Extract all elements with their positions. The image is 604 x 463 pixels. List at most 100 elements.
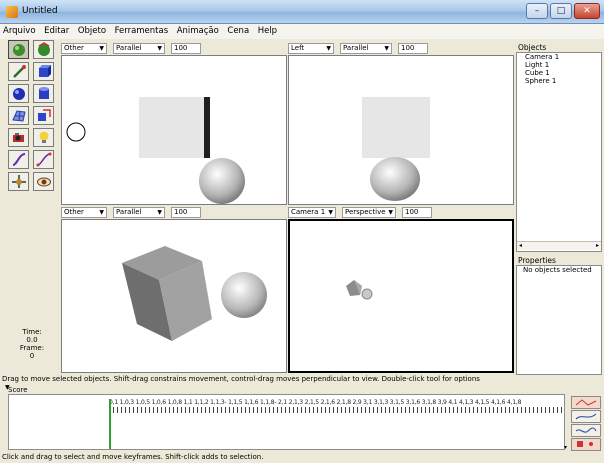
- objects-horizontal-scrollbar[interactable]: ◂ ▸: [517, 241, 601, 250]
- viewport-top-left[interactable]: [61, 55, 287, 205]
- time-cursor[interactable]: [109, 399, 111, 449]
- menu-help[interactable]: Help: [255, 24, 280, 36]
- objects-list[interactable]: Camera 1 Light 1 Cube 1 Sphere 1 ◂ ▸: [516, 52, 602, 252]
- menu-arquivo[interactable]: Arquivo: [0, 24, 39, 36]
- time-panel: Time: 0.0 Frame: 0: [8, 328, 56, 360]
- keyframe-select-button[interactable]: [571, 396, 601, 409]
- sphere-tool-icon: [12, 88, 25, 100]
- time-value: 0.0: [26, 336, 38, 344]
- ruler-labels: 0,1 1,0,3 1,0,5 1,0,6 1,0,8 1,1 1,1,2 1,…: [109, 399, 522, 406]
- list-item[interactable]: Sphere 1: [517, 77, 601, 85]
- wave-icon: [575, 427, 597, 433]
- menu-editar[interactable]: Editar: [41, 24, 72, 36]
- add-keyframe-icon: [577, 441, 593, 447]
- scale-field[interactable]: 100: [398, 42, 428, 54]
- eye-view-icon: [36, 177, 51, 187]
- projection-select[interactable]: Parallel ▼: [113, 206, 165, 218]
- viewport-bottom-left[interactable]: [61, 219, 287, 373]
- cylinder-tool[interactable]: [33, 84, 54, 103]
- objects-title: Objects: [518, 43, 547, 52]
- view-select[interactable]: Other ▼: [61, 42, 107, 54]
- sphere-object: [199, 158, 245, 204]
- scale-field[interactable]: 100: [171, 206, 201, 218]
- scroll-down-icon[interactable]: ▾: [564, 444, 567, 451]
- curve-tool[interactable]: [8, 150, 29, 169]
- keyframe-curve-button[interactable]: [571, 410, 601, 423]
- bottom-left-scene: [122, 246, 267, 341]
- list-item[interactable]: Light 1: [517, 61, 601, 69]
- sphere-object-small: [361, 288, 373, 300]
- menu-animacao[interactable]: Animação: [174, 24, 222, 36]
- keyframe-tools: [571, 396, 601, 452]
- cube-edge-view: [204, 97, 210, 158]
- time-label: Time:: [22, 328, 42, 336]
- minimize-button[interactable]: –: [526, 3, 548, 19]
- pointer-icon: [575, 399, 597, 406]
- sphere-object: [221, 272, 267, 318]
- app-icon: [6, 6, 18, 18]
- viewport-top-right[interactable]: [288, 55, 514, 205]
- title-bar: Untitled – □ ✕: [0, 0, 604, 24]
- mesh-tool[interactable]: [8, 106, 29, 125]
- properties-title: Properties: [518, 256, 556, 265]
- score-label: Score: [8, 386, 28, 394]
- menu-ferramentas[interactable]: Ferramentas: [112, 24, 172, 36]
- window-title: Untitled: [22, 6, 58, 16]
- projection-select[interactable]: Parallel ▼: [340, 42, 392, 54]
- pan-view-tool[interactable]: [8, 172, 29, 191]
- properties-panel: No objects selected: [516, 265, 602, 375]
- keyframe-wave-button[interactable]: [571, 424, 601, 437]
- scale-field[interactable]: 100: [171, 42, 201, 54]
- viewport-top-right-header: Left ▼ Parallel ▼ 100: [288, 41, 514, 55]
- projection-select[interactable]: Parallel ▼: [113, 42, 165, 54]
- mesh-tool-icon: [11, 110, 26, 122]
- menu-objeto[interactable]: Objeto: [75, 24, 109, 36]
- light-tool-icon: [39, 131, 48, 143]
- footer-text: Click and drag to select and move keyfra…: [2, 453, 264, 461]
- sphere-object: [370, 157, 420, 201]
- scale-field[interactable]: 100: [402, 206, 432, 218]
- cube-tool-icon: [38, 65, 51, 77]
- move-tool-icon: [12, 44, 25, 56]
- close-button[interactable]: ✕: [574, 3, 600, 19]
- frame-value: 0: [29, 352, 35, 360]
- light-object-icon: [66, 122, 86, 142]
- viewport-bottom-right[interactable]: [288, 219, 514, 373]
- list-item[interactable]: Camera 1: [517, 53, 601, 61]
- curve-icon: [575, 413, 597, 420]
- cube-tool[interactable]: [33, 62, 54, 81]
- curve-tool-icon: [12, 153, 25, 166]
- camera-tool[interactable]: [8, 128, 29, 147]
- cube-front-view: [139, 97, 204, 158]
- rotate-tool-icon: [37, 42, 50, 56]
- list-item[interactable]: Cube 1: [517, 69, 601, 77]
- view-select[interactable]: Other ▼: [61, 206, 107, 218]
- rotate-tool[interactable]: [33, 40, 54, 59]
- keyframe-add-button[interactable]: [571, 438, 601, 451]
- maximize-button[interactable]: □: [550, 3, 572, 19]
- toolbox: [8, 40, 60, 204]
- menu-bar: Arquivo Editar Objeto Ferramentas Animaç…: [0, 24, 604, 39]
- view-select[interactable]: Camera 1 ▼: [288, 206, 336, 218]
- no-selection-text: No objects selected: [523, 266, 592, 274]
- spline-tool-icon: [36, 152, 51, 167]
- pen-tool-icon: [12, 65, 26, 78]
- spline-tool[interactable]: [33, 150, 54, 169]
- top-left-scene: [66, 97, 245, 204]
- view-select[interactable]: Left ▼: [288, 42, 334, 54]
- pen-tool[interactable]: [8, 62, 29, 81]
- projection-select[interactable]: Perspective ▼: [342, 206, 396, 218]
- scale-tool[interactable]: [33, 106, 54, 125]
- cube-side-view: [362, 97, 430, 158]
- light-tool[interactable]: [33, 128, 54, 147]
- eye-view-tool[interactable]: [33, 172, 54, 191]
- bottom-right-scene: [346, 280, 373, 300]
- sphere-tool[interactable]: [8, 84, 29, 103]
- hint-text: Drag to move selected objects. Shift-dra…: [2, 375, 480, 383]
- score-timeline[interactable]: 0,1 1,0,3 1,0,5 1,0,6 1,0,8 1,1 1,1,2 1,…: [8, 394, 565, 450]
- scale-tool-icon: [37, 109, 51, 121]
- cylinder-tool-icon: [38, 87, 49, 99]
- menu-cena[interactable]: Cena: [224, 24, 252, 36]
- ruler-ticks: [109, 407, 564, 413]
- move-tool[interactable]: [8, 40, 29, 59]
